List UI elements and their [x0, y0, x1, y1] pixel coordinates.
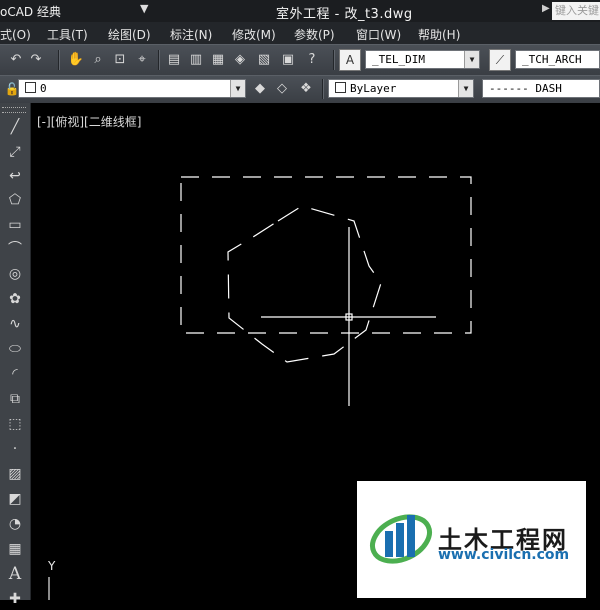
draw-toolbar: ╱ ⤢ ↩ ⬠ ▭ ⌒ ◎ ✿ ∿ ⬭ ◜ ⧉ ⬚ · ▨ ◩ ◔ ▦ A ✚ — [0, 103, 31, 607]
ellipse-icon[interactable]: ⬭ — [3, 338, 27, 360]
line-icon[interactable]: ╱ — [3, 116, 27, 138]
document-title: 室外工程 - 改_t3.dwg — [276, 7, 413, 22]
hatch-icon[interactable]: ▨ — [3, 463, 27, 485]
zoom-previous-icon[interactable]: ⌖ — [132, 50, 152, 70]
menu-parametric[interactable]: 参数(P) — [294, 26, 335, 43]
make-block-icon[interactable]: ⬚ — [3, 413, 27, 435]
make-layer-current-icon[interactable]: ◆ — [250, 79, 270, 99]
polyline-icon[interactable]: ↩ — [3, 165, 27, 187]
zoom-realtime-icon[interactable]: ⌕ — [88, 50, 108, 70]
linetype-select[interactable]: ------ DASH — [482, 79, 600, 98]
add-selected-icon[interactable]: ✚ — [3, 588, 27, 610]
toolbar-grip[interactable] — [2, 107, 26, 113]
sheet-set-icon[interactable]: ◈ — [230, 50, 250, 70]
menu-modify[interactable]: 修改(M) — [232, 26, 276, 43]
gradient-icon[interactable]: ◩ — [3, 488, 27, 510]
tool-palettes-icon[interactable]: ▦ — [208, 50, 228, 70]
layer-previous-icon[interactable]: ◇ — [272, 79, 292, 99]
menu-tools[interactable]: 工具(T) — [47, 26, 88, 43]
linetype-value: ------ DASH — [489, 82, 562, 95]
search-expand-icon[interactable]: ▶ — [542, 3, 550, 14]
layers-toolbar: 🔓 0 ▼ ◆ ◇ ❖ ByLayer ▼ ------ DASH — [0, 75, 600, 104]
menu-dimension[interactable]: 标注(N) — [170, 26, 212, 43]
civilcn-watermark: 土木工程网 www.civilcn.com — [357, 481, 586, 598]
chevron-down-icon[interactable]: ▼ — [464, 51, 479, 68]
color-swatch — [335, 82, 346, 93]
search-input[interactable]: 键入关键 — [552, 2, 600, 20]
menu-bar: 式(O) 工具(T) 绘图(D) 标注(N) 修改(M) 参数(P) 窗口(W)… — [0, 22, 600, 44]
region-icon[interactable]: ◔ — [3, 513, 27, 535]
dashed-rectangle — [180, 176, 472, 334]
text-style-value: _TEL_DIM — [372, 53, 425, 66]
text-style-select[interactable]: _TEL_DIM ▼ — [365, 50, 480, 69]
construction-line-icon[interactable]: ⤢ — [3, 141, 27, 163]
menu-window[interactable]: 窗口(W) — [356, 26, 401, 43]
design-center-icon[interactable]: ▥ — [186, 50, 206, 70]
ellipse-arc-icon[interactable]: ◜ — [3, 363, 27, 385]
revision-cloud-icon[interactable]: ✿ — [3, 288, 27, 310]
menu-format[interactable]: 式(O) — [0, 26, 31, 43]
undo-icon[interactable]: ↶ — [6, 50, 26, 70]
civilcn-logo-icon — [370, 514, 432, 564]
spline-icon[interactable]: ∿ — [3, 313, 27, 335]
rectangle-icon[interactable]: ▭ — [3, 214, 27, 236]
circle-icon[interactable]: ◎ — [3, 263, 27, 285]
layer-value: 0 — [40, 82, 47, 95]
zoom-window-icon[interactable]: ⊡ — [110, 50, 130, 70]
layer-state-icon[interactable]: ❖ — [296, 79, 316, 99]
pan-icon[interactable]: ✋ — [66, 50, 86, 70]
redo-icon[interactable]: ↷ — [26, 50, 46, 70]
dashed-polygon — [227, 205, 382, 363]
menu-draw[interactable]: 绘图(D) — [108, 26, 151, 43]
chevron-down-icon[interactable]: ▼ — [458, 80, 473, 97]
properties-icon[interactable]: ▤ — [164, 50, 184, 70]
ucs-icon: Y — [43, 559, 73, 600]
chevron-down-icon[interactable]: ▼ — [230, 80, 245, 97]
calculator-icon[interactable]: ▣ — [278, 50, 298, 70]
table-icon[interactable]: ▦ — [3, 538, 27, 560]
menu-help[interactable]: 帮助(H) — [418, 26, 460, 43]
workspace-dropdown-icon[interactable]: ▼ — [140, 2, 148, 15]
polygon-icon[interactable]: ⬠ — [3, 189, 27, 211]
color-value: ByLayer — [350, 82, 397, 95]
insert-block-icon[interactable]: ⧉ — [3, 388, 27, 410]
dimension-style-select[interactable]: _TCH_ARCH — [515, 50, 600, 69]
standard-toolbar: ↶ ↷ ✋ ⌕ ⊡ ⌖ ▤ ▥ ▦ ◈ ▧ ▣ ? A _TEL_DIM ▼ ⟋… — [0, 44, 600, 76]
point-icon[interactable]: · — [3, 438, 27, 460]
layer-select[interactable]: 0 ▼ — [18, 79, 246, 98]
dimension-style-icon[interactable]: ⟋ — [489, 49, 511, 71]
text-style-icon[interactable]: A — [339, 49, 361, 71]
workspace-name[interactable]: oCAD 经典 — [0, 3, 61, 20]
layer-color-swatch — [25, 82, 36, 93]
help-icon[interactable]: ? — [302, 50, 322, 70]
color-select[interactable]: ByLayer ▼ — [328, 79, 474, 98]
dimension-style-value: _TCH_ARCH — [522, 53, 582, 66]
arc-icon[interactable]: ⌒ — [3, 238, 27, 260]
mtext-icon[interactable]: A — [3, 563, 27, 585]
title-bar: oCAD 经典 ▼ 室外工程 - 改_t3.dwg ▶ 键入关键 — [0, 0, 600, 22]
markup-icon[interactable]: ▧ — [254, 50, 274, 70]
watermark-url: www.civilcn.com — [438, 547, 570, 563]
